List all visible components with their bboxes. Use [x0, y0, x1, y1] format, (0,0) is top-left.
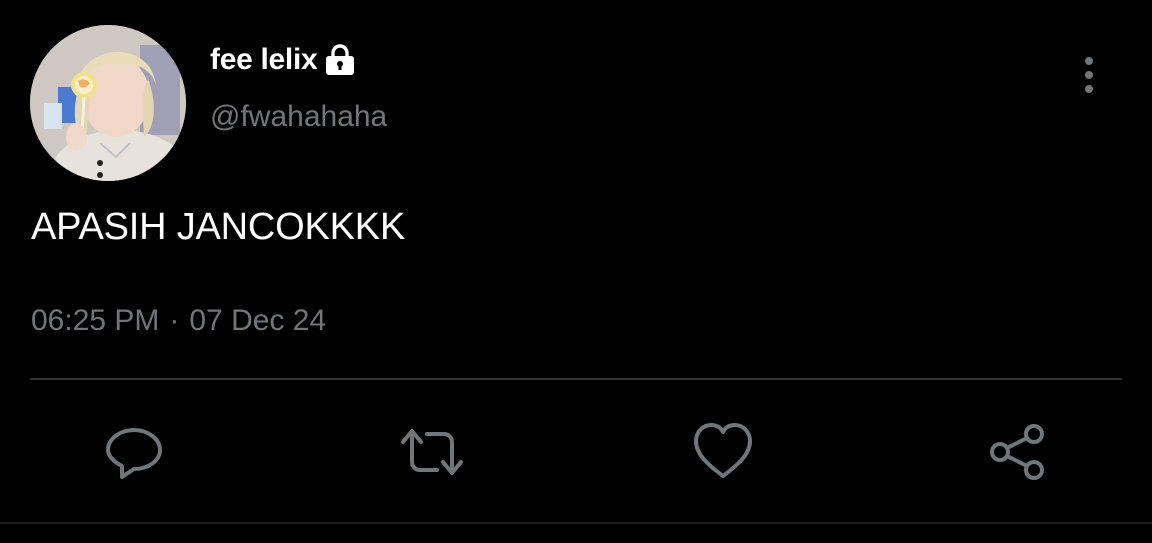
user-handle[interactable]: @fwahahaha — [210, 100, 387, 134]
reply-button[interactable] — [104, 422, 164, 482]
share-icon — [990, 424, 1044, 480]
more-vertical-icon[interactable] — [1074, 55, 1104, 95]
timestamp-separator: · — [169, 304, 180, 337]
tweet-text: APASIH JANCOKKKK — [31, 206, 406, 248]
like-button[interactable] — [693, 422, 753, 482]
heart-icon — [694, 423, 752, 478]
tweet-time: 06:25 PM — [31, 304, 160, 337]
tweet-date: 07 Dec 24 — [189, 304, 327, 337]
avatar-image — [30, 25, 186, 181]
display-name[interactable]: fee lelix — [210, 43, 318, 77]
avatar[interactable] — [30, 25, 186, 181]
reply-icon — [106, 428, 162, 479]
share-button[interactable] — [988, 422, 1048, 482]
lock-icon — [323, 43, 357, 77]
author-name-row: fee lelix — [210, 40, 357, 80]
divider — [0, 522, 1152, 524]
tweet-detail: fee lelix @fwahahaha APASIH JANCOKKKK 06… — [0, 0, 1152, 543]
divider — [30, 378, 1122, 380]
tweet-timestamp[interactable]: 06:25 PM · 07 Dec 24 — [31, 304, 326, 338]
retweet-button[interactable] — [399, 422, 463, 482]
retweet-icon — [401, 429, 463, 475]
